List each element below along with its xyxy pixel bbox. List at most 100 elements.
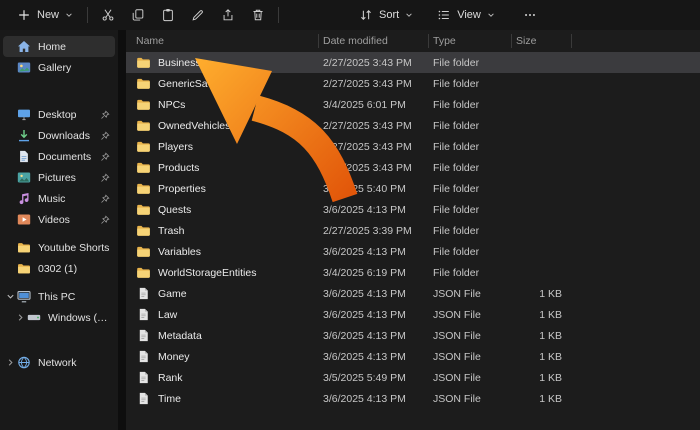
file-name: Law <box>158 309 177 321</box>
folder-row-players[interactable]: Players2/27/2025 3:43 PMFile folder <box>126 136 700 157</box>
file-icon <box>136 371 151 384</box>
chevron-right-icon[interactable] <box>6 358 16 367</box>
sidebar-item-label: Videos <box>38 214 100 226</box>
new-button[interactable]: New <box>10 4 80 26</box>
drive-icon <box>27 311 42 324</box>
date-modified: 2/27/2025 3:43 PM <box>323 162 433 174</box>
view-icon <box>437 8 451 22</box>
chevron-down-icon <box>487 11 495 19</box>
file-row-game[interactable]: Game3/6/2025 4:13 PMJSON File1 KB <box>126 283 700 304</box>
sidebar-gap <box>3 279 115 286</box>
column-header-size[interactable]: Size <box>516 30 576 52</box>
plus-icon <box>17 8 31 22</box>
folder-row-variables[interactable]: Variables3/6/2025 4:13 PMFile folder <box>126 241 700 262</box>
file-row-rank[interactable]: Rank3/5/2025 5:49 PMJSON File1 KB <box>126 367 700 388</box>
sidebar-item-gallery[interactable]: Gallery <box>3 57 115 78</box>
sidebar-item-youtube-shorts[interactable]: Youtube Shorts <box>3 237 115 258</box>
file-row-money[interactable]: Money3/6/2025 4:13 PMJSON File1 KB <box>126 346 700 367</box>
chevron-right-icon[interactable] <box>16 313 26 322</box>
sort-button[interactable]: Sort <box>352 4 420 26</box>
sidebar-item-pictures[interactable]: Pictures <box>3 167 115 188</box>
file-name: Metadata <box>158 330 202 342</box>
file-name: Rank <box>158 372 183 384</box>
name-cell: NPCs <box>136 98 323 111</box>
file-row-time[interactable]: Time3/6/2025 4:13 PMJSON File1 KB <box>126 388 700 409</box>
sidebar-item-music[interactable]: Music <box>3 188 115 209</box>
file-type: File folder <box>433 183 516 195</box>
sidebar-gap <box>3 230 115 237</box>
date-modified: 2/27/2025 3:43 PM <box>323 57 433 69</box>
column-header-name[interactable]: Name <box>136 30 323 52</box>
sidebar-item-network[interactable]: Network <box>3 352 115 373</box>
sidebar-item-label: Network <box>38 357 110 369</box>
name-cell: Game <box>136 287 323 300</box>
folder-row-quests[interactable]: Quests3/6/2025 4:13 PMFile folder <box>126 199 700 220</box>
sidebar-item-this-pc[interactable]: This PC <box>3 286 115 307</box>
date-modified: 3/6/2025 4:13 PM <box>323 246 433 258</box>
file-row-law[interactable]: Law3/6/2025 4:13 PMJSON File1 KB <box>126 304 700 325</box>
sidebar-item-label: 0302 (1) <box>38 263 110 275</box>
folder-icon <box>17 241 32 254</box>
folder-row-properties[interactable]: Properties3/5/2025 5:40 PMFile folder <box>126 178 700 199</box>
paste-icon <box>161 8 175 22</box>
column-header-date-modified[interactable]: Date modified <box>323 30 433 52</box>
view-button[interactable]: View <box>430 4 502 26</box>
sidebar-item-desktop[interactable]: Desktop <box>3 104 115 125</box>
folder-row-ownedvehicles[interactable]: OwnedVehicles2/27/2025 3:43 PMFile folde… <box>126 115 700 136</box>
name-cell: Money <box>136 350 323 363</box>
desktop-icon <box>17 108 32 121</box>
more-options-button[interactable] <box>516 4 544 26</box>
share-icon <box>221 8 235 22</box>
folder-row-genericsaveables[interactable]: GenericSaveables2/27/2025 3:43 PMFile fo… <box>126 73 700 94</box>
date-modified: 3/4/2025 6:19 PM <box>323 267 433 279</box>
cut-button[interactable] <box>95 4 121 26</box>
folder-row-npcs[interactable]: NPCs3/4/2025 6:01 PMFile folder <box>126 94 700 115</box>
column-header-type[interactable]: Type <box>433 30 516 52</box>
pin-icon <box>100 173 110 183</box>
list-header: Name Date modified Type Size <box>126 30 700 52</box>
copy-icon <box>131 8 145 22</box>
toolbar-separator <box>87 7 88 23</box>
file-type: File folder <box>433 141 516 153</box>
name-cell: GenericSaveables <box>136 77 323 90</box>
sidebar-item-home[interactable]: Home <box>3 36 115 57</box>
pin-icon <box>100 152 110 162</box>
share-button[interactable] <box>215 4 241 26</box>
folder-icon <box>136 224 151 237</box>
file-name: Game <box>158 288 187 300</box>
sidebar-item-label: Gallery <box>38 62 110 74</box>
folder-row-trash[interactable]: Trash2/27/2025 3:39 PMFile folder <box>126 220 700 241</box>
name-cell: Metadata <box>136 329 323 342</box>
file-row-metadata[interactable]: Metadata3/6/2025 4:13 PMJSON File1 KB <box>126 325 700 346</box>
sidebar-item-documents[interactable]: Documents <box>3 146 115 167</box>
date-modified: 3/5/2025 5:40 PM <box>323 183 433 195</box>
name-cell: Time <box>136 392 323 405</box>
sidebar-item-downloads[interactable]: Downloads <box>3 125 115 146</box>
date-modified: 3/6/2025 4:13 PM <box>323 309 433 321</box>
folder-row-products[interactable]: Products2/27/2025 3:43 PMFile folder <box>126 157 700 178</box>
sidebar-item-0302-1[interactable]: 0302 (1) <box>3 258 115 279</box>
file-rows: Businesses2/27/2025 3:43 PMFile folderGe… <box>126 52 700 409</box>
sidebar-item-windows-c[interactable]: Windows (C:) <box>13 307 115 328</box>
file-name: OwnedVehicles <box>158 120 230 132</box>
file-size: 1 KB <box>516 330 576 342</box>
file-icon <box>136 329 151 342</box>
pin-icon <box>100 110 110 120</box>
delete-button[interactable] <box>245 4 271 26</box>
paste-button[interactable] <box>155 4 181 26</box>
home-icon <box>17 40 32 53</box>
view-button-label: View <box>457 9 481 21</box>
file-type: File folder <box>433 78 516 90</box>
date-modified: 3/5/2025 5:49 PM <box>323 372 433 384</box>
folder-row-businesses[interactable]: Businesses2/27/2025 3:43 PMFile folder <box>126 52 700 73</box>
chevron-down-icon[interactable] <box>6 292 16 301</box>
copy-button[interactable] <box>125 4 151 26</box>
name-cell: WorldStorageEntities <box>136 266 323 279</box>
folder-icon <box>17 262 32 275</box>
name-cell: OwnedVehicles <box>136 119 323 132</box>
sidebar-item-videos[interactable]: Videos <box>3 209 115 230</box>
folder-row-worldstorageentities[interactable]: WorldStorageEntities3/4/2025 6:19 PMFile… <box>126 262 700 283</box>
file-size: 1 KB <box>516 393 576 405</box>
date-modified: 3/4/2025 6:01 PM <box>323 99 433 111</box>
rename-button[interactable] <box>185 4 211 26</box>
